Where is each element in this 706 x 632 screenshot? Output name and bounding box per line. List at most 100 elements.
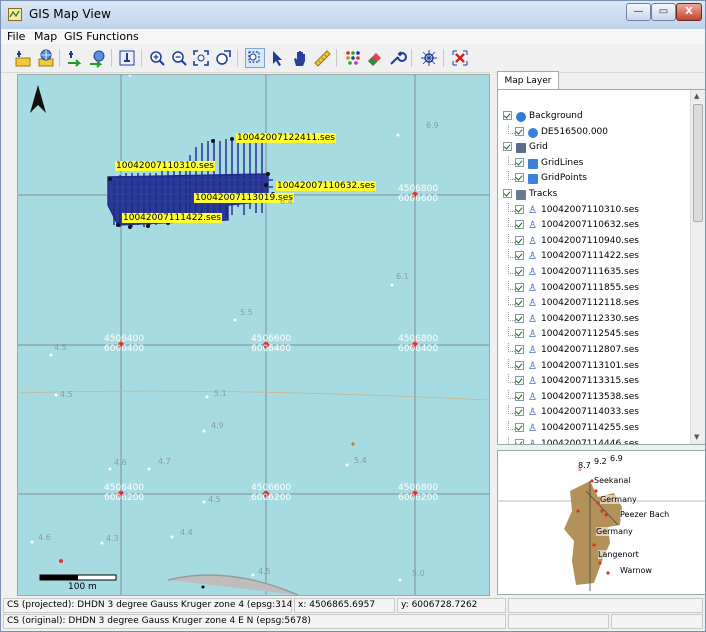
layer-checkbox[interactable] (515, 251, 524, 261)
menu-map[interactable]: Map (34, 30, 57, 43)
layer-checkbox[interactable] (515, 345, 524, 354)
layer-item-label: 10042007114446.ses (541, 438, 639, 444)
overview-place: Germany (600, 495, 637, 504)
print-button[interactable] (117, 48, 137, 68)
layer-item[interactable]: ♙ 10042007110940.ses (498, 233, 692, 249)
track-label[interactable]: 10042007110310.ses (115, 161, 215, 171)
measure-button[interactable] (312, 48, 332, 68)
layer-item[interactable]: ♙ 10042007112807.ses (498, 343, 692, 358)
zoom-extent-button[interactable] (191, 48, 211, 68)
layer-item[interactable]: ♙ 10042007110632.ses (498, 218, 692, 233)
zoom-in-button[interactable] (147, 48, 167, 68)
layer-item-label: 10042007111855.ses (541, 282, 639, 293)
layer-checkbox[interactable] (515, 438, 524, 444)
grid-label-north: 6006400 (251, 344, 292, 354)
layer-group-label: Tracks (529, 189, 558, 199)
map-canvas[interactable]: 10042007122411.ses 10042007110310.ses 10… (17, 74, 490, 596)
zoom-out-button[interactable] (169, 48, 189, 68)
scroll-thumb[interactable] (693, 104, 703, 222)
maximize-button[interactable]: ▭ (651, 3, 676, 21)
layer-checkbox[interactable] (515, 423, 524, 432)
close-button[interactable]: X (676, 3, 702, 21)
export-map-button[interactable] (88, 48, 108, 68)
delete-button[interactable] (450, 48, 470, 68)
layer-checkbox[interactable] (503, 142, 512, 152)
layer-item[interactable]: ♙ 10042007112118.ses (498, 296, 692, 311)
track-label[interactable]: 10042007113019.ses (194, 193, 294, 203)
layer-item[interactable]: ♙ 10042007112330.ses (498, 311, 692, 327)
layer-group-1[interactable]: Grid (498, 140, 692, 155)
layer-item[interactable]: ♙ 10042007111422.ses (498, 249, 692, 264)
status-cs-projected: CS (projected): DHDN 3 degree Gauss Krug… (3, 598, 292, 613)
menu-gis-functions[interactable]: GIS Functions (64, 30, 139, 43)
open-map-button[interactable] (36, 48, 56, 68)
layer-checkbox[interactable] (515, 220, 524, 230)
layer-item[interactable]: ♙ 10042007114033.ses (498, 405, 692, 420)
layer-checkbox[interactable] (515, 282, 524, 292)
scroll-up-icon[interactable]: ▲ (694, 92, 699, 100)
grid-label-north: 6006200 (398, 493, 439, 503)
open-tracks-button[interactable] (13, 48, 33, 68)
layer-item-label: 10042007112545.ses (541, 329, 639, 340)
export-tracks-button[interactable] (65, 48, 85, 68)
layer-checkbox[interactable] (515, 126, 524, 136)
zoom-previous-button[interactable] (213, 48, 233, 68)
wrench-icon (390, 51, 407, 65)
layer-scrollbar[interactable]: ▲ ▼ (690, 90, 705, 444)
layer-checkbox[interactable] (515, 173, 524, 183)
layer-item[interactable]: ♙ 10042007111855.ses (498, 280, 692, 296)
overview-map[interactable]: 8.7 9.2 6.9 Seekanal Germany Peezer Bach… (497, 450, 705, 595)
layer-item[interactable]: ♙ 10042007114255.ses (498, 421, 692, 436)
zoom-previous-icon (216, 50, 231, 65)
track-label[interactable]: 10042007122411.ses (236, 133, 336, 143)
layer-checkbox[interactable] (515, 157, 524, 167)
color-tracks-button[interactable] (343, 48, 363, 68)
layer-checkbox[interactable] (515, 407, 524, 417)
layer-checkbox[interactable] (515, 313, 524, 323)
layer-item[interactable]: ♙ 10042007111635.ses (498, 265, 692, 280)
layer-checkbox[interactable] (503, 189, 512, 198)
layer-checkbox[interactable] (515, 298, 524, 308)
tree-connector (508, 171, 515, 181)
layer-checkbox[interactable] (515, 329, 524, 339)
depth-value: 4.9 (211, 421, 224, 430)
layer-item[interactable]: GridPoints (498, 171, 692, 186)
track-label[interactable]: 10042007110632.ses (276, 181, 376, 191)
track-label[interactable]: 10042007111422.ses (122, 213, 222, 223)
layer-item[interactable]: ♙10042007114446.ses (498, 436, 692, 444)
layer-item[interactable]: ♙ 10042007113538.ses (498, 389, 692, 405)
layer-item[interactable]: GridLines (498, 155, 692, 171)
gis-map-view-window: GIS Map View — ▭ X File Map GIS Function… (0, 0, 706, 632)
layer-checkbox[interactable] (515, 391, 524, 401)
erase-button[interactable] (365, 48, 385, 68)
depth-value: 4.5 (208, 495, 221, 504)
pan-button[interactable] (290, 48, 310, 68)
layer-item[interactable]: ♙ 10042007113101.ses (498, 358, 692, 374)
minimize-button[interactable]: — (626, 3, 651, 21)
layer-checkbox[interactable] (515, 235, 524, 245)
panel-splitter[interactable] (490, 72, 495, 596)
tools-button[interactable] (387, 48, 407, 68)
layer-item[interactable]: ♙ 10042007113315.ses (498, 374, 692, 389)
eraser-icon (368, 53, 381, 66)
layer-checkbox[interactable] (515, 376, 524, 386)
layer-group-2[interactable]: Tracks (498, 187, 692, 202)
layer-item[interactable]: DE516500.000 (498, 124, 692, 140)
layer-checkbox[interactable] (515, 267, 524, 276)
scroll-down-icon[interactable]: ▼ (694, 433, 699, 441)
cursor-arrow-icon (273, 51, 282, 66)
toolbar (1, 44, 705, 73)
menu-file[interactable]: File (7, 30, 25, 43)
layer-group-0[interactable]: Background (498, 109, 692, 124)
zoom-window-button[interactable] (245, 48, 265, 68)
center-button[interactable] (419, 48, 439, 68)
layer-checkbox[interactable] (503, 111, 512, 120)
layer-item-label: 10042007110632.ses (541, 220, 639, 231)
tab-map-layer[interactable]: Map Layer (497, 71, 559, 89)
select-button[interactable] (268, 48, 288, 68)
layer-item[interactable]: ♙ 10042007110310.ses (498, 202, 692, 218)
layer-checkbox[interactable] (515, 360, 524, 370)
layer-item[interactable]: ♙ 10042007112545.ses (498, 327, 692, 342)
layer-checkbox[interactable] (515, 204, 524, 214)
title-bar[interactable]: GIS Map View — ▭ X (1, 1, 705, 29)
